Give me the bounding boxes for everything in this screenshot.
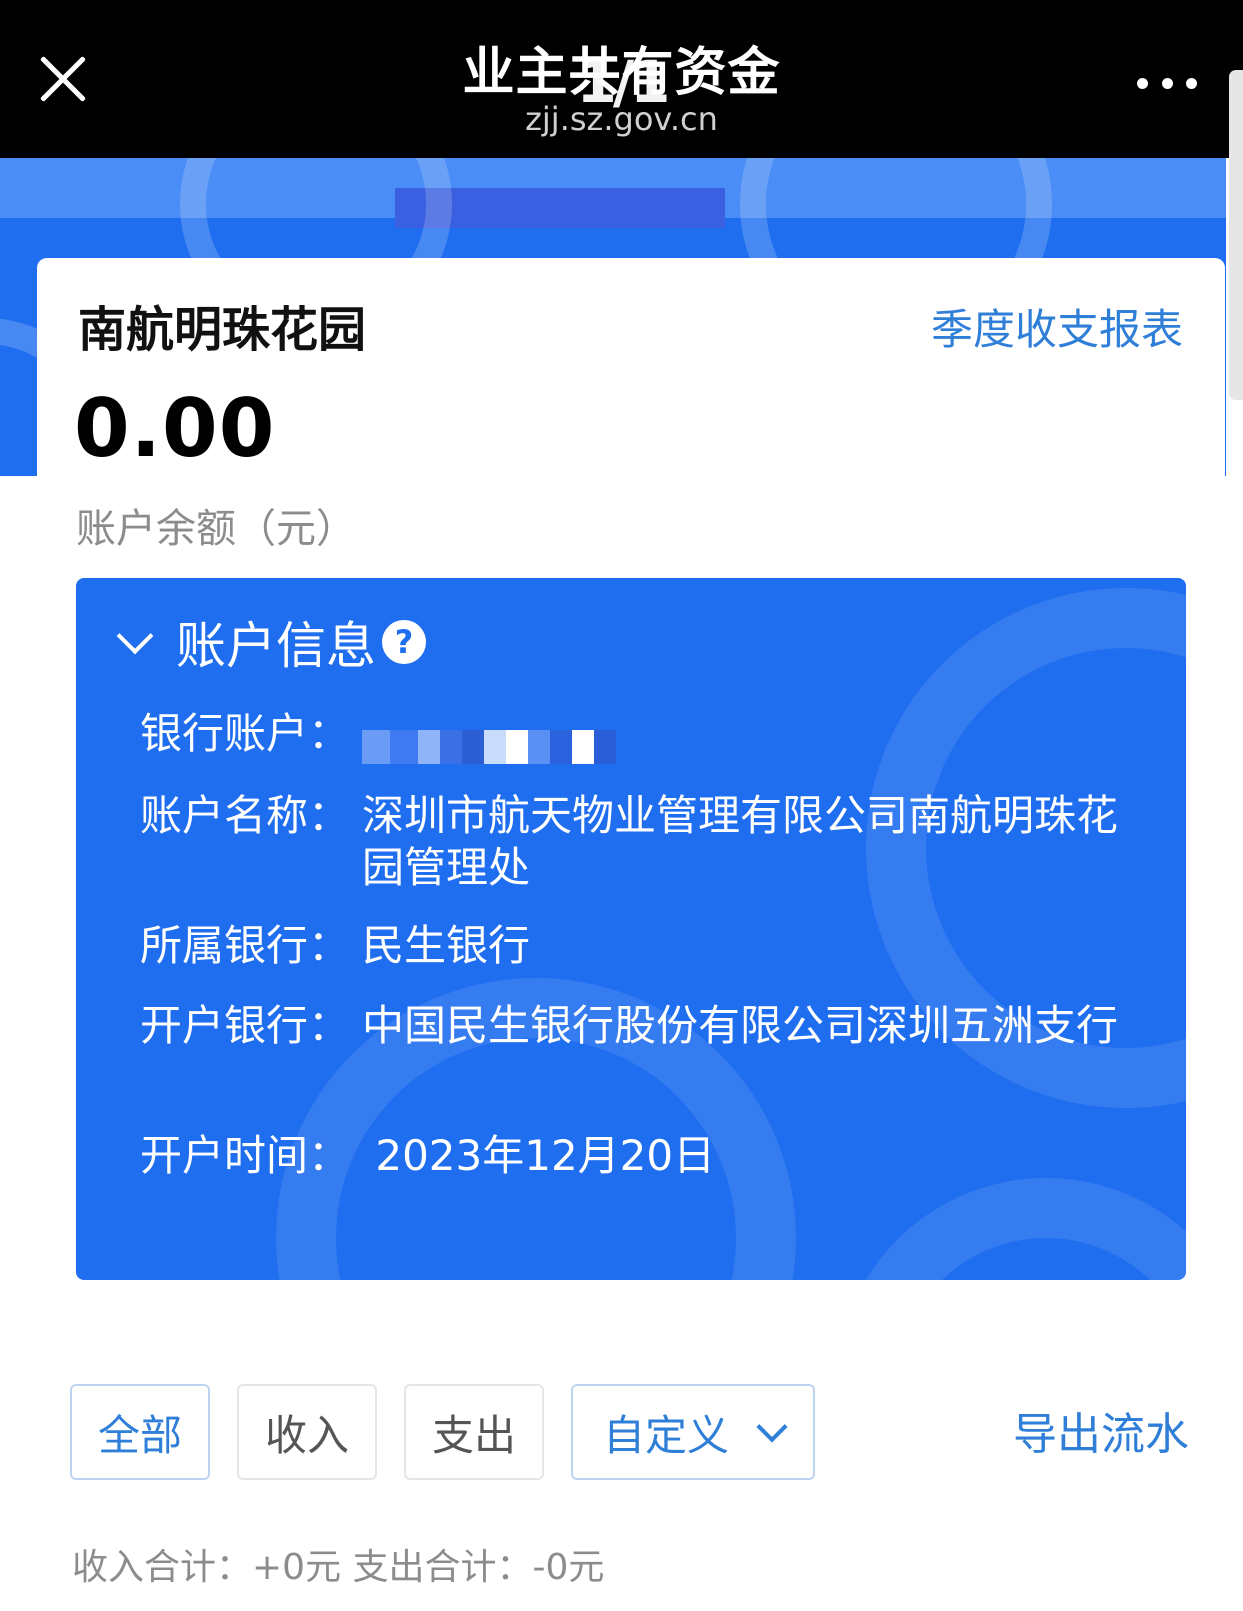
- info-row-bank: 所属银行： 民生银行: [140, 920, 1120, 972]
- filter-custom-dropdown[interactable]: 自定义: [571, 1384, 815, 1480]
- export-transactions-link[interactable]: 导出流水: [1013, 1398, 1189, 1462]
- info-row-opening-bank: 开户银行： 中国民生银行股份有限公司深圳五洲支行: [140, 1000, 1120, 1052]
- bank-value: 民生银行: [362, 921, 531, 970]
- more-dot: [1186, 78, 1197, 89]
- bank-label: 所属银行：: [140, 921, 351, 970]
- opening-date-value: 2023年12月20日: [362, 1131, 716, 1180]
- account-balance: 0.00: [74, 382, 276, 475]
- account-name-value: 深圳市航天物业管理有限公司南航明珠花园管理处: [362, 791, 1119, 892]
- chevron-down-icon: [756, 1411, 788, 1443]
- opening-bank-value: 中国民生银行股份有限公司深圳五洲支行: [362, 1001, 1119, 1050]
- info-row-account-name: 账户名称： 深圳市航天物业管理有限公司南航明珠花园管理处: [140, 790, 1120, 894]
- account-balance-label: 账户余额（元）: [76, 506, 356, 552]
- filter-income-button[interactable]: 收入: [237, 1384, 377, 1480]
- masked-account-number: [362, 730, 616, 764]
- account-info-panel: 账户信息 ? 银行账户： 账户名称： 深圳市航天物业管理有限公司南航明珠花园管理…: [76, 578, 1186, 1280]
- info-row-bank-account: 银行账户：: [140, 708, 1120, 776]
- quarterly-report-link[interactable]: 季度收支报表: [931, 296, 1183, 357]
- more-icon[interactable]: [1137, 78, 1197, 98]
- side-scroll-handle[interactable]: [1229, 70, 1243, 400]
- income-expense-summary: 收入合计：+0元 支出合计：-0元: [72, 1547, 605, 1588]
- site-domain: zjj.sz.gov.cn: [525, 100, 718, 138]
- panel-decoration: [836, 1178, 1186, 1280]
- bank-account-label: 银行账户：: [140, 709, 351, 758]
- bank-account-value: [362, 708, 1120, 776]
- help-icon[interactable]: ?: [382, 620, 426, 664]
- top-bar: 业主共有资金 1/1 zjj.sz.gov.cn: [0, 0, 1243, 158]
- page: 业主共有资金 1/1 zjj.sz.gov.cn 南航明珠花园 季度收支报表 0…: [0, 0, 1243, 1611]
- more-dot: [1161, 78, 1173, 89]
- filter-custom-label: 自定义: [602, 1410, 729, 1460]
- account-info-toggle[interactable]: 账户信息 ?: [116, 606, 426, 678]
- chevron-down-icon: [116, 617, 154, 655]
- community-name: 南航明珠花园: [78, 302, 367, 358]
- opening-date-label: 开户时间：: [140, 1131, 351, 1180]
- account-info-title: 账户信息: [176, 617, 376, 675]
- opening-bank-label: 开户银行：: [140, 1001, 351, 1050]
- more-dot: [1137, 78, 1148, 89]
- filter-all-button[interactable]: 全部: [70, 1384, 210, 1480]
- filter-expense-button[interactable]: 支出: [404, 1384, 544, 1480]
- info-row-opening-date: 开户时间： 2023年12月20日: [140, 1130, 1120, 1182]
